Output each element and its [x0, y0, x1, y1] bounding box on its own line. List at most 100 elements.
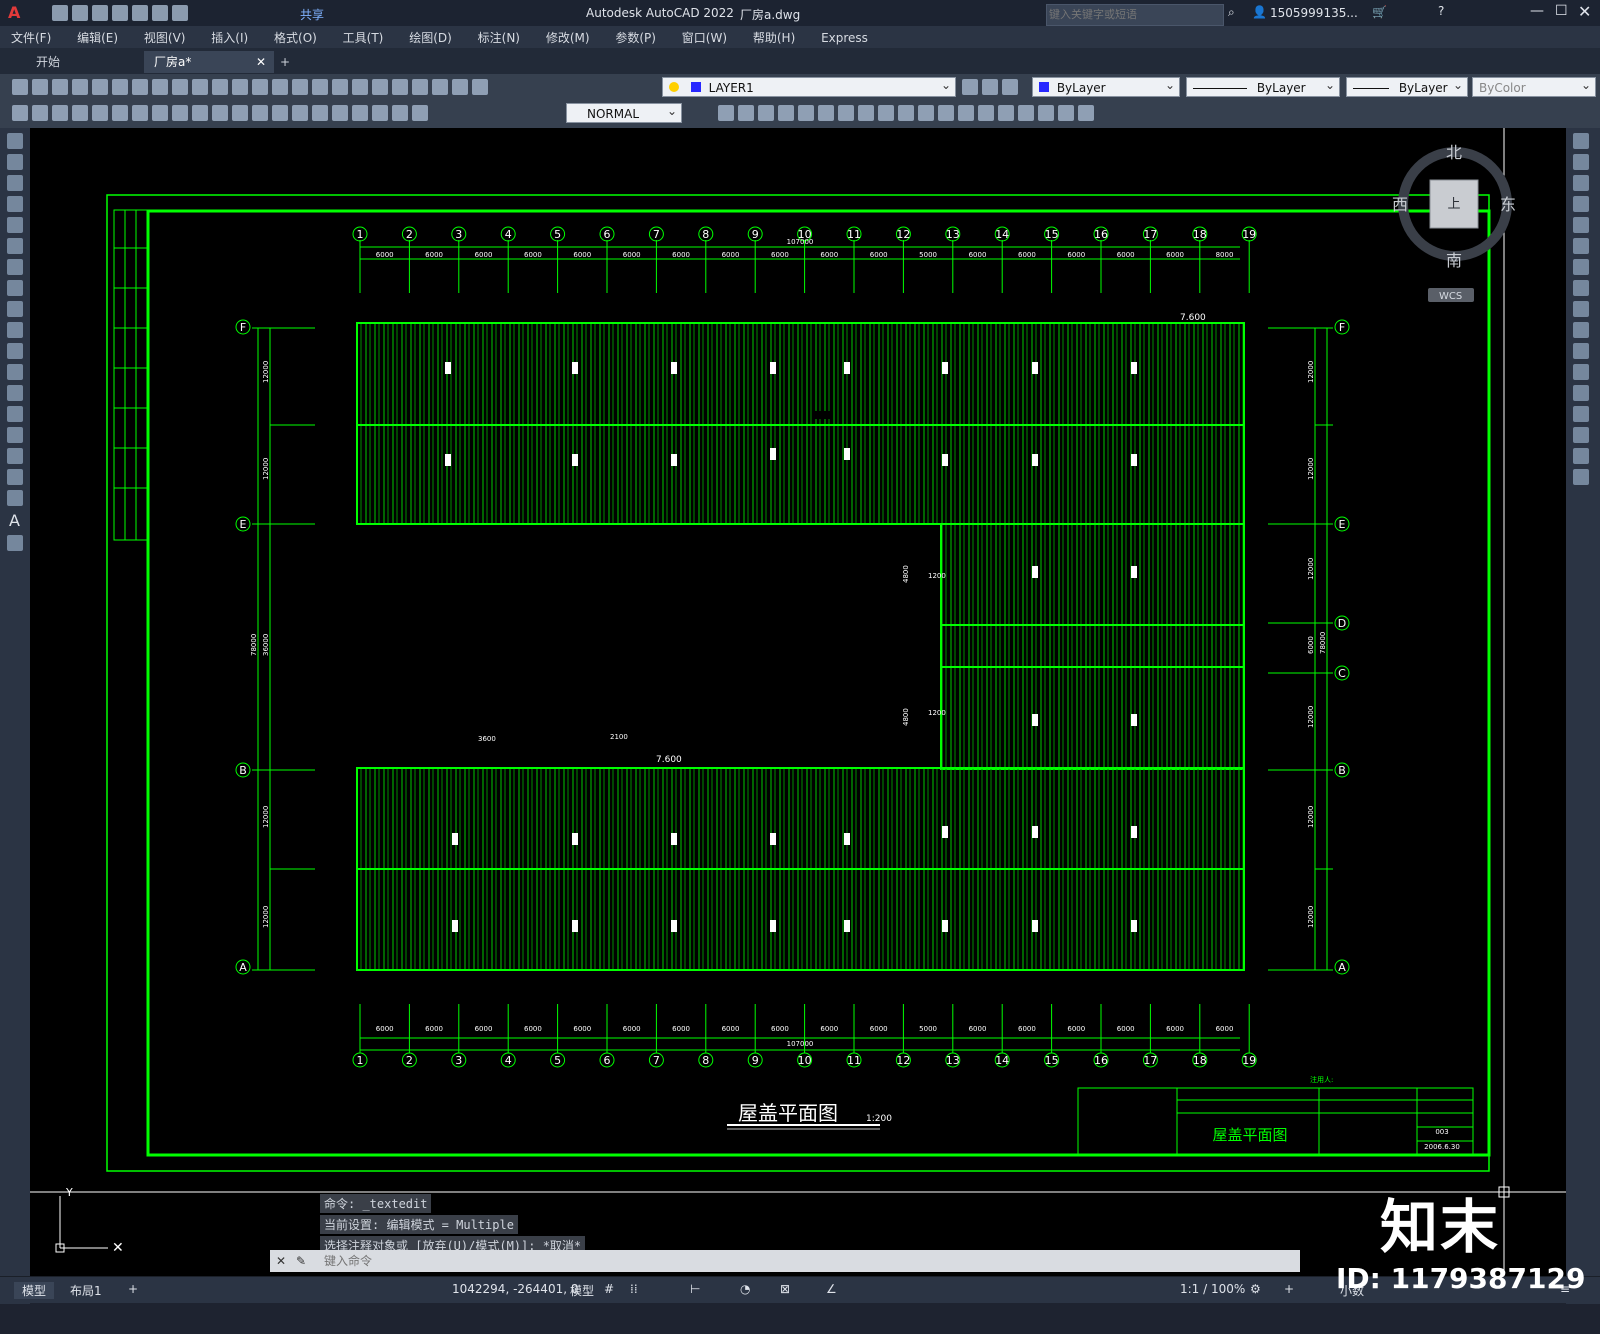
draworder-icon[interactable] — [1038, 105, 1054, 121]
workspace-gear-icon[interactable]: ⚙ — [1250, 1282, 1261, 1296]
group-icon[interactable] — [1058, 105, 1074, 121]
add-selected-icon[interactable] — [7, 535, 23, 551]
linear-dim-icon[interactable] — [32, 105, 48, 121]
save-icon[interactable] — [52, 79, 68, 95]
add-layout-icon[interactable]: + — [128, 1282, 138, 1296]
inspect-icon[interactable] — [332, 105, 348, 121]
search-icon[interactable]: ⌕ — [1228, 5, 1235, 20]
rotate-icon[interactable] — [1573, 259, 1589, 275]
open-icon[interactable] — [32, 79, 48, 95]
markup-icon[interactable] — [412, 79, 428, 95]
plotstyle-dropdown[interactable]: ByColor — [1472, 75, 1596, 97]
layer-dropdown[interactable]: LAYER1 — [662, 75, 956, 97]
user-icon[interactable]: 👤 — [1252, 5, 1267, 19]
matchprop-icon[interactable] — [192, 79, 208, 95]
new-tab-button[interactable]: + — [270, 51, 300, 73]
menu-draw[interactable]: 绘图(D) — [398, 26, 463, 49]
publish-icon[interactable] — [112, 79, 128, 95]
qdim-icon[interactable] — [12, 105, 28, 121]
maximize-button[interactable]: ☐ — [1555, 3, 1568, 19]
customize-icon[interactable]: ✎ — [296, 1250, 306, 1272]
new-icon[interactable] — [52, 5, 68, 21]
textstyle-dropdown[interactable]: NORMAL — [566, 101, 682, 123]
close-tab-icon[interactable]: ✕ — [256, 51, 266, 73]
quick-dim-icon[interactable] — [192, 105, 208, 121]
preview-icon[interactable] — [92, 79, 108, 95]
menu-modify[interactable]: 修改(M) — [535, 26, 601, 49]
polar-icon[interactable]: ◔ — [740, 1282, 750, 1296]
continue-icon[interactable] — [232, 105, 248, 121]
redo-icon[interactable] — [232, 79, 248, 95]
arc-length-icon[interactable] — [72, 105, 88, 121]
blend-icon[interactable] — [1573, 448, 1589, 464]
ellipse-arc-icon[interactable] — [7, 343, 23, 359]
chamfer-icon[interactable] — [978, 105, 994, 121]
grid-icon[interactable]: # — [604, 1282, 614, 1296]
scale-icon[interactable] — [858, 105, 874, 121]
model-space-button[interactable]: 模型 — [570, 1282, 594, 1299]
explode-icon[interactable] — [1573, 469, 1589, 485]
tab-layout1[interactable]: 布局1 — [70, 1282, 102, 1299]
polyline-icon[interactable] — [7, 175, 23, 191]
dim-text-edit-icon[interactable] — [392, 105, 408, 121]
rotate-icon[interactable] — [838, 105, 854, 121]
arc-icon[interactable] — [7, 238, 23, 254]
layer-previous-icon[interactable] — [982, 79, 998, 95]
save-icon[interactable] — [92, 5, 108, 21]
redo-icon[interactable] — [172, 5, 188, 21]
offset-icon[interactable] — [1573, 196, 1589, 212]
otrack-icon[interactable]: ∠ — [826, 1282, 837, 1296]
array-icon[interactable] — [798, 105, 814, 121]
user-name[interactable]: 1505999135... — [1270, 6, 1358, 20]
menu-insert[interactable]: 插入(I) — [200, 26, 259, 49]
menu-tools[interactable]: 工具(T) — [332, 26, 395, 49]
radius-icon[interactable] — [112, 105, 128, 121]
dim-edit-icon[interactable] — [372, 105, 388, 121]
break-icon[interactable] — [1573, 364, 1589, 380]
mirror-icon[interactable] — [758, 105, 774, 121]
search-input[interactable] — [1046, 4, 1224, 26]
angular-icon[interactable] — [172, 105, 188, 121]
zoom-icon[interactable] — [272, 79, 288, 95]
make-block-icon[interactable] — [7, 385, 23, 401]
minimize-button[interactable]: — — [1530, 3, 1544, 19]
insert-block-icon[interactable] — [7, 364, 23, 380]
paste-icon[interactable] — [172, 79, 188, 95]
point-icon[interactable] — [7, 406, 23, 422]
zoom-window-icon[interactable] — [292, 79, 308, 95]
offset-icon[interactable] — [778, 105, 794, 121]
lineweight-dropdown[interactable]: ByLayer — [1346, 75, 1468, 97]
menu-format[interactable]: 格式(O) — [263, 26, 328, 49]
diameter-icon[interactable] — [152, 105, 168, 121]
spline-icon[interactable] — [7, 301, 23, 317]
mirror-icon[interactable] — [1573, 175, 1589, 191]
menu-express[interactable]: Express — [810, 28, 879, 48]
share-button[interactable]: 共享 — [300, 6, 324, 23]
fillet-icon[interactable] — [998, 105, 1014, 121]
rectangle-icon[interactable] — [7, 217, 23, 233]
layer-states-icon[interactable] — [1002, 79, 1018, 95]
array-icon[interactable] — [1573, 217, 1589, 233]
osnap-icon[interactable]: ⊠ — [780, 1282, 790, 1296]
properties-icon[interactable] — [332, 79, 348, 95]
region-icon[interactable] — [7, 469, 23, 485]
zoom-previous-icon[interactable] — [312, 79, 328, 95]
copy-icon[interactable] — [1573, 154, 1589, 170]
copy-object-icon[interactable] — [738, 105, 754, 121]
table-icon[interactable] — [7, 490, 23, 506]
copy-icon[interactable] — [152, 79, 168, 95]
trim-icon[interactable] — [898, 105, 914, 121]
menu-file[interactable]: 文件(F) — [0, 26, 62, 49]
menu-dimension[interactable]: 标注(N) — [467, 26, 531, 49]
cut-icon[interactable] — [132, 79, 148, 95]
erase-icon[interactable] — [1573, 133, 1589, 149]
tolerance-icon[interactable] — [292, 105, 308, 121]
open-icon[interactable] — [72, 5, 88, 21]
undo-icon[interactable] — [212, 79, 228, 95]
jogged-linear-icon[interactable] — [352, 105, 368, 121]
annotation-scale[interactable]: 1:1 / 100% — [1180, 1282, 1245, 1296]
move-icon[interactable] — [1573, 238, 1589, 254]
join-icon[interactable] — [958, 105, 974, 121]
polygon-icon[interactable] — [7, 196, 23, 212]
color-dropdown[interactable]: ByLayer — [1032, 75, 1180, 97]
